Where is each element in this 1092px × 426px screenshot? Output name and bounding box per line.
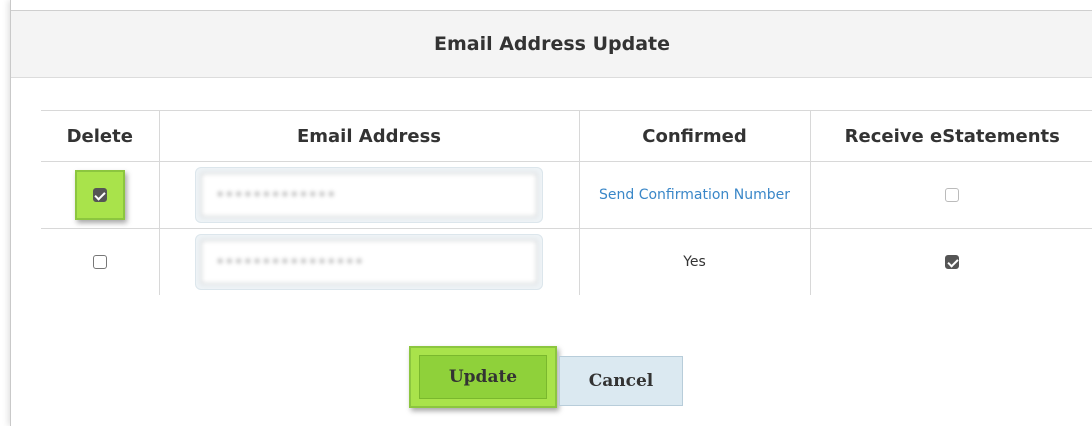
delete-checkbox[interactable]	[92, 188, 107, 202]
email-field-wrapper	[195, 234, 543, 290]
column-header-email: Email Address	[158, 110, 579, 162]
confirmed-status: Yes	[683, 254, 706, 270]
email-field-wrapper	[195, 167, 543, 223]
column-header-estatements: Receive eStatements	[809, 110, 1092, 162]
column-header-confirmed: Confirmed	[578, 110, 810, 162]
table-row: Yes	[41, 228, 1092, 296]
delete-cell	[41, 229, 159, 296]
cancel-button[interactable]: Cancel	[559, 356, 683, 406]
dialog-title: Email Address Update	[11, 10, 1092, 78]
email-table: Delete Email Address Confirmed Receive e…	[41, 110, 1092, 295]
estatements-checkbox[interactable]	[945, 188, 960, 202]
estatements-checkbox[interactable]	[945, 255, 960, 269]
table-header-row: Delete Email Address Confirmed Receive e…	[41, 110, 1092, 162]
estatements-cell	[809, 228, 1092, 295]
estatements-cell	[809, 161, 1092, 229]
email-cell	[158, 228, 579, 295]
confirmed-cell: Yes	[578, 228, 810, 295]
confirmed-cell: Send Confirmation Number	[578, 161, 810, 229]
send-confirmation-link[interactable]: Send Confirmation Number	[599, 187, 790, 203]
button-row: Update Cancel	[11, 346, 1092, 426]
column-header-delete: Delete	[41, 110, 159, 162]
email-field[interactable]	[201, 173, 537, 217]
update-button[interactable]: Update	[419, 355, 547, 399]
delete-cell	[41, 161, 159, 229]
email-update-dialog: Email Address Update Delete Email Addres…	[10, 0, 1092, 426]
delete-checkbox[interactable]	[92, 255, 107, 269]
table-row: Send Confirmation Number	[41, 161, 1092, 229]
email-cell	[158, 161, 579, 229]
delete-checkbox-highlight	[74, 170, 125, 220]
update-button-highlight: Update	[409, 346, 557, 408]
email-field[interactable]	[201, 240, 537, 284]
